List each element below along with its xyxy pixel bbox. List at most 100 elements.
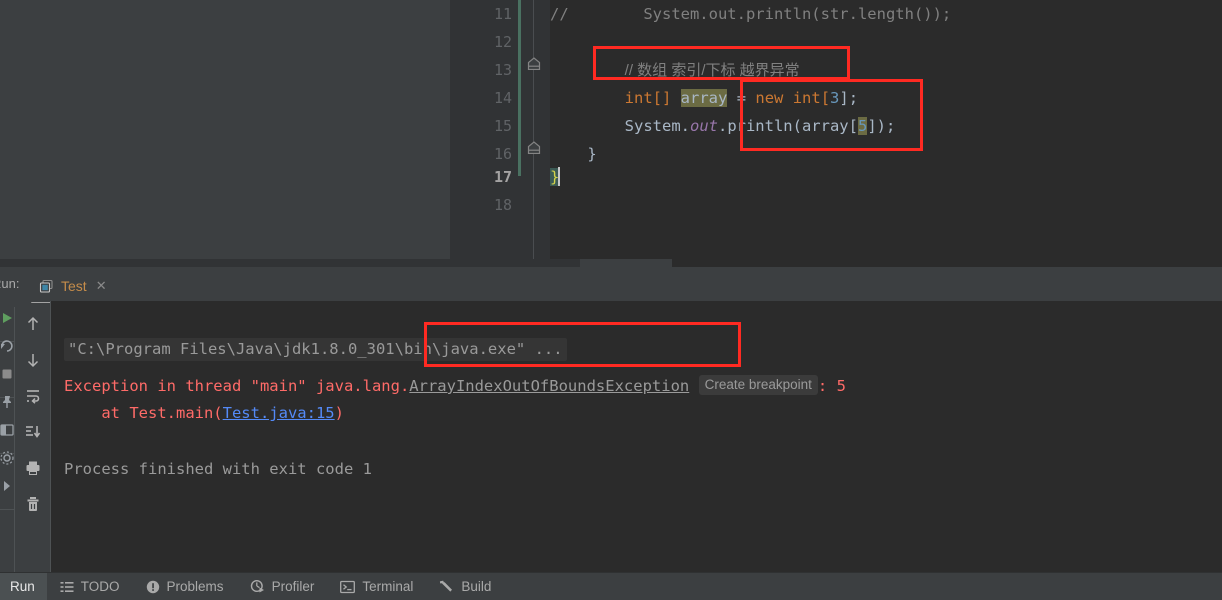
divider-seg-right xyxy=(672,259,1222,267)
array-index-literal: 5 xyxy=(857,117,868,135)
toolbar-divider xyxy=(0,509,14,510)
folding-guide-line xyxy=(533,0,534,259)
trash-icon[interactable] xyxy=(18,489,48,519)
println-call: .println(array[ xyxy=(717,117,858,135)
pin-icon[interactable] xyxy=(0,389,14,415)
array-type: int[ xyxy=(792,89,831,107)
scroll-to-end-icon[interactable] xyxy=(18,417,48,447)
down-arrow-icon[interactable] xyxy=(18,345,48,375)
editor-left-blank-panel xyxy=(0,0,450,259)
new-keyword: new xyxy=(755,89,784,107)
type-keyword: int[] xyxy=(624,89,672,107)
line-number: 18 xyxy=(493,196,512,214)
status-tab-profiler[interactable]: Profiler xyxy=(237,573,328,600)
status-tab-terminal[interactable]: Terminal xyxy=(327,573,426,600)
close-icon[interactable]: ✕ xyxy=(96,278,107,294)
vcs-change-marker xyxy=(518,0,521,176)
code-comment-text: // System.out.println(str.length()); xyxy=(550,5,952,23)
line-number: 13 xyxy=(493,61,512,79)
out-field: out xyxy=(689,117,718,135)
divider-seg-mid xyxy=(580,259,672,267)
console-exit-line: Process finished with exit code 1 xyxy=(64,455,372,483)
status-tab-label: Problems xyxy=(166,579,224,594)
layout-icon[interactable] xyxy=(0,417,14,443)
editor-gutter[interactable]: 11 12 13 14 15 16 17 18 xyxy=(450,0,522,259)
exception-prefix-text: Exception in thread "main" java.lang. xyxy=(64,377,410,395)
exception-suffix-text: : 5 xyxy=(817,377,846,395)
soft-wrap-icon[interactable] xyxy=(18,381,48,411)
java-app-icon xyxy=(39,279,54,294)
profiler-icon xyxy=(250,579,265,594)
hammer-icon xyxy=(439,580,454,594)
fold-marker-icon[interactable] xyxy=(527,57,541,70)
status-tab-label: Terminal xyxy=(362,579,414,594)
run-panel-label: Run: xyxy=(0,276,20,291)
list-icon xyxy=(60,580,74,594)
process-exit-text: Process finished with exit code 1 xyxy=(64,460,372,478)
status-tab-run[interactable]: Run xyxy=(0,572,47,600)
identifier-array: array xyxy=(680,89,728,107)
stacktrace-link[interactable]: Test.java:15 xyxy=(223,404,335,422)
stacktrace-suffix: ) xyxy=(334,404,344,422)
code-folding-strip[interactable] xyxy=(522,0,550,259)
exception-class-name[interactable]: ArrayIndexOutOfBoundsException xyxy=(409,377,689,395)
console-exception-line: Exception in thread "main" java.lang.Arr… xyxy=(64,371,846,399)
run-tool-window: Run: Test ✕ xyxy=(0,259,1222,572)
terminal-icon xyxy=(340,580,356,594)
line-number-current: 17 xyxy=(493,168,512,186)
status-tab-label: Profiler xyxy=(271,579,315,594)
text-caret xyxy=(558,167,561,186)
expand-icon[interactable] xyxy=(0,473,14,499)
code-line-15: System.out.println(array[5]); xyxy=(550,112,1222,140)
console-command-line: "C:\Program Files\Java\jdk1.8.0_301\bin\… xyxy=(64,335,567,363)
create-breakpoint-inlay[interactable]: Create breakpoint xyxy=(698,375,818,395)
up-arrow-icon[interactable] xyxy=(18,309,48,339)
fold-marker-icon[interactable] xyxy=(527,141,541,154)
line-number: 14 xyxy=(493,89,512,107)
status-tab-problems[interactable]: Problems xyxy=(133,573,237,600)
status-tab-label: TODO xyxy=(80,579,120,594)
line15-tail: ]); xyxy=(867,117,896,135)
line-number: 15 xyxy=(493,117,512,135)
line14-tail: ]; xyxy=(839,89,859,107)
array-size-literal: 3 xyxy=(830,89,840,107)
settings-icon[interactable] xyxy=(0,445,14,471)
console-output[interactable]: "C:\Program Files\Java\jdk1.8.0_301\bin\… xyxy=(51,301,1222,572)
status-tab-label: Build xyxy=(461,579,492,594)
stacktrace-prefix: at Test.main( xyxy=(64,404,223,422)
code-line-11: // System.out.println(str.length()); xyxy=(550,0,1222,28)
console-side-toolbar[interactable] xyxy=(16,303,50,572)
editor-area: 11 12 13 14 15 16 17 18 // System.out.pr… xyxy=(0,0,1222,259)
status-run-label: Run xyxy=(10,579,35,594)
panel-top-divider xyxy=(0,259,1222,267)
code-line-17: } xyxy=(550,163,1222,191)
toolbar-separator xyxy=(14,307,15,572)
status-tab-build[interactable]: Build xyxy=(426,573,504,600)
warning-icon xyxy=(146,580,160,594)
run-panel-header: Run: Test ✕ xyxy=(0,267,1222,305)
print-icon[interactable] xyxy=(18,453,48,483)
line-number: 11 xyxy=(493,5,512,23)
java-command-text: "C:\Program Files\Java\jdk1.8.0_301\bin\… xyxy=(64,338,567,361)
rerun-icon[interactable] xyxy=(0,305,14,331)
console-stacktrace-line: at Test.main(Test.java:15) xyxy=(64,399,344,427)
bottom-status-bar: Run TODO Problems Profiler Terminal Buil… xyxy=(0,572,1222,600)
equals-operator: = xyxy=(736,89,747,107)
run-tab-title: Test xyxy=(61,278,87,294)
closing-brace-method: } xyxy=(587,145,597,163)
stop-icon[interactable] xyxy=(0,361,14,387)
code-line-13: // 数组 索引/下标 越界异常 xyxy=(550,56,1222,84)
system-ref: System. xyxy=(624,117,690,135)
rerun-failed-icon[interactable] xyxy=(0,333,14,359)
code-editor-pane[interactable]: 11 12 13 14 15 16 17 18 // System.out.pr… xyxy=(450,0,1222,259)
code-text-surface[interactable]: // System.out.println(str.length()); // … xyxy=(550,0,1222,259)
chinese-comment-text: // 数组 索引/下标 越界异常 xyxy=(624,62,800,79)
run-config-side-toolbar[interactable] xyxy=(0,301,14,572)
divider-seg-left xyxy=(0,259,580,267)
code-line-14: int[] array = new int[3]; xyxy=(550,84,1222,112)
status-tab-todo[interactable]: TODO xyxy=(47,573,133,600)
line-number: 12 xyxy=(493,33,512,51)
run-tab-test[interactable]: Test ✕ xyxy=(33,271,113,301)
